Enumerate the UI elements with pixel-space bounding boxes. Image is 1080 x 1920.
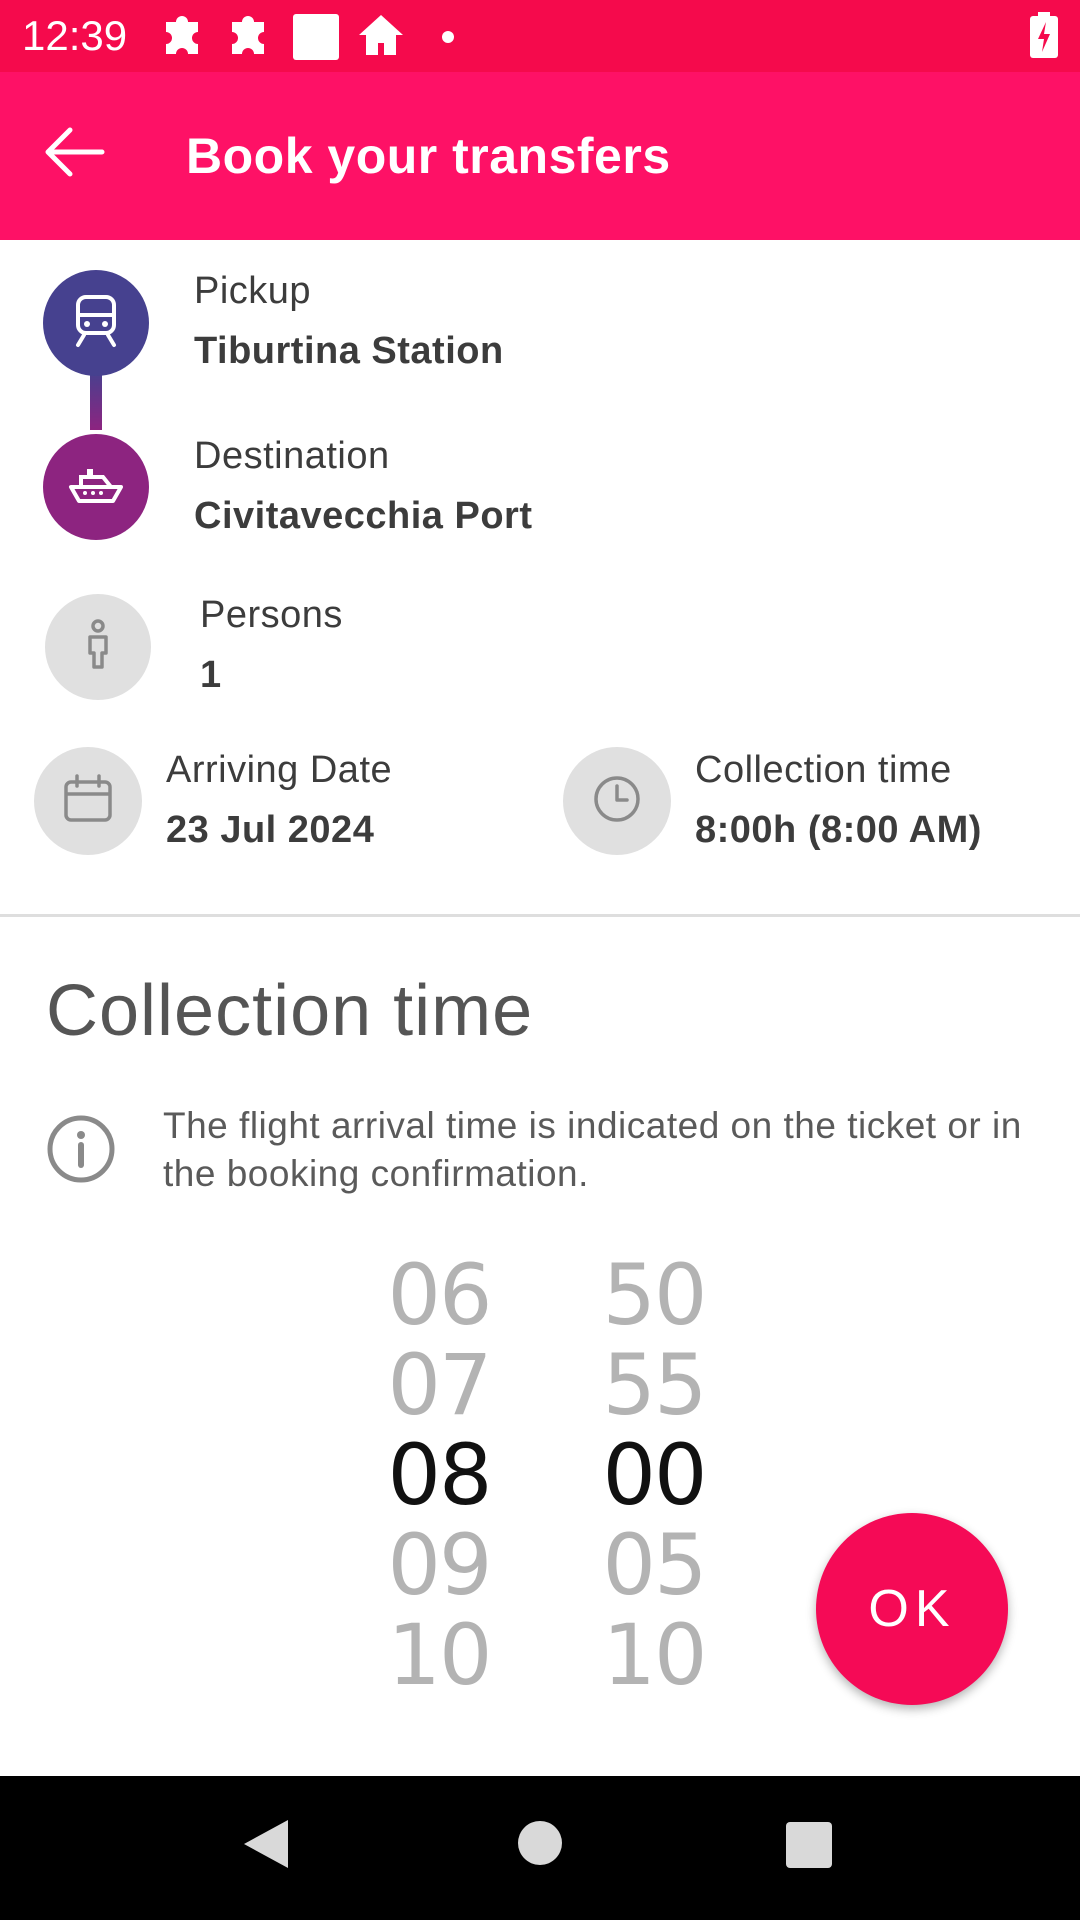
hour-picker[interactable]: 06 07 08 09 10 xyxy=(374,1250,504,1700)
minute-option[interactable]: 10 xyxy=(589,1610,719,1700)
puzzle-icon xyxy=(224,14,274,65)
home-icon xyxy=(356,12,406,63)
minute-picker[interactable]: 50 55 00 05 10 xyxy=(589,1250,719,1700)
ok-button-label: OK xyxy=(868,1580,956,1638)
destination-circle xyxy=(43,434,149,540)
arriving-date-circle[interactable] xyxy=(34,747,142,855)
hour-option-selected[interactable]: 08 xyxy=(374,1430,504,1520)
square-icon xyxy=(293,14,339,65)
arrow-left-icon xyxy=(40,127,110,186)
pickup-label: Pickup xyxy=(194,270,312,312)
back-triangle-icon[interactable] xyxy=(242,1818,290,1875)
divider xyxy=(0,914,1080,917)
collection-time-label: Collection time xyxy=(695,749,952,791)
persons-circle[interactable] xyxy=(45,594,151,700)
status-time: 12:39 xyxy=(22,12,128,59)
calendar-icon xyxy=(63,773,113,829)
pickup-circle xyxy=(43,270,149,376)
home-circle-icon[interactable] xyxy=(517,1820,563,1871)
train-icon xyxy=(70,293,122,354)
sheet-title: Collection time xyxy=(46,971,534,1051)
hour-option[interactable]: 10 xyxy=(374,1610,504,1700)
battery-charging-icon xyxy=(1030,12,1058,63)
minute-option-selected[interactable]: 00 xyxy=(589,1430,719,1520)
arriving-date-value[interactable]: 23 Jul 2024 xyxy=(166,809,374,852)
minute-option[interactable]: 55 xyxy=(589,1340,719,1430)
dot-icon xyxy=(442,30,454,48)
puzzle-icon xyxy=(158,14,208,65)
status-bar: 12:39 xyxy=(0,0,1080,72)
collection-time-value[interactable]: 8:00h (8:00 AM) xyxy=(695,809,982,852)
info-icon xyxy=(46,1114,116,1189)
hour-option[interactable]: 09 xyxy=(374,1520,504,1610)
app-bar: Book your transfers xyxy=(0,72,1080,240)
persons-value[interactable]: 1 xyxy=(200,654,222,697)
ship-icon xyxy=(67,465,125,510)
person-icon xyxy=(83,618,113,676)
hour-option[interactable]: 06 xyxy=(374,1250,504,1340)
route-connector xyxy=(90,370,102,430)
ok-button[interactable]: OK xyxy=(816,1513,1008,1705)
persons-label: Persons xyxy=(200,594,343,636)
page-title: Book your transfers xyxy=(186,128,671,184)
destination-value[interactable]: Civitavecchia Port xyxy=(194,495,532,538)
recents-square-icon[interactable] xyxy=(786,1822,832,1873)
minute-option[interactable]: 50 xyxy=(589,1250,719,1340)
info-text: The flight arrival time is indicated on … xyxy=(163,1105,1022,1194)
pickup-value[interactable]: Tiburtina Station xyxy=(194,330,504,373)
arriving-date-label: Arriving Date xyxy=(166,749,393,791)
destination-label: Destination xyxy=(194,435,390,477)
collection-time-circle[interactable] xyxy=(563,747,671,855)
system-nav-bar xyxy=(0,1776,1080,1920)
hour-option[interactable]: 07 xyxy=(374,1340,504,1430)
minute-option[interactable]: 05 xyxy=(589,1520,719,1610)
clock-icon xyxy=(592,774,642,829)
back-button[interactable] xyxy=(40,122,120,192)
